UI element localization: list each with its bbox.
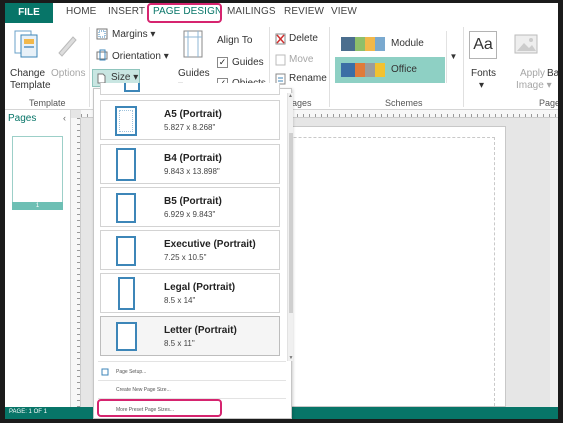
size-name: Letter (Portrait) xyxy=(164,325,237,336)
paper-size-icon xyxy=(116,148,136,181)
change-template-label-1[interactable]: Change xyxy=(10,68,45,79)
page-design-highlight xyxy=(147,3,222,23)
separator xyxy=(89,27,90,107)
page-thumbnail[interactable] xyxy=(12,136,63,210)
page-setup-icon xyxy=(101,368,109,376)
page-indicator[interactable]: PAGE: 1 OF 1 xyxy=(9,409,47,415)
tab-file[interactable]: FILE xyxy=(5,3,53,23)
dropdown-scroll-thumb[interactable] xyxy=(289,133,293,313)
ribbon-tab-bar: FILE HOME INSERT PAGE DESIGN MAILINGS RE… xyxy=(5,3,558,23)
dropdown-scrollbar[interactable]: ▲ ▼ xyxy=(287,93,293,361)
page-setup-link[interactable]: Page Setup... xyxy=(116,369,146,375)
separator xyxy=(329,27,330,107)
paper-size-icon xyxy=(118,277,135,310)
collapse-pane-icon[interactable]: ‹ xyxy=(63,113,66,123)
delete-button[interactable]: Delete xyxy=(289,33,318,44)
size-name: B4 (Portrait) xyxy=(164,153,222,164)
scroll-up-arrow[interactable]: ▲ xyxy=(288,93,293,99)
size-name: B5 (Portrait) xyxy=(164,196,222,207)
pages-pane-title: Pages xyxy=(8,113,37,124)
paper-size-icon xyxy=(124,83,140,92)
size-name: Legal (Portrait) xyxy=(164,282,236,293)
vertical-ruler xyxy=(71,118,81,407)
create-new-page-size-link[interactable]: Create New Page Size... xyxy=(116,387,171,393)
scheme-module-label: Module xyxy=(391,38,424,49)
margins-icon xyxy=(96,28,108,40)
paper-size-icon xyxy=(116,193,136,223)
tab-home[interactable]: HOME xyxy=(66,6,96,17)
scheme-office[interactable]: Office xyxy=(335,57,445,83)
size-text: Size xyxy=(111,72,131,83)
rename-button[interactable]: Rename xyxy=(289,73,327,84)
publisher-window: FILE HOME INSERT PAGE DESIGN MAILINGS RE… xyxy=(5,3,558,419)
pages-group-label: ages xyxy=(292,98,312,108)
more-preset-highlight xyxy=(97,399,222,417)
tab-mailings[interactable]: MAILINGS xyxy=(227,6,276,17)
guides-icon[interactable] xyxy=(182,29,204,59)
size-name: A5 (Portrait) xyxy=(164,109,222,120)
size-dimensions: 8.5 x 14" xyxy=(164,296,196,305)
scroll-down-arrow[interactable]: ▼ xyxy=(288,355,294,361)
vertical-scrollbar[interactable] xyxy=(550,118,558,407)
size-item-executive[interactable]: Executive (Portrait) 7.25 x 10.5" xyxy=(100,230,280,270)
apply-image-icon xyxy=(513,31,541,59)
background-label[interactable]: Ba xyxy=(547,68,558,79)
pages-pane: Pages ‹ 1 xyxy=(5,110,71,407)
change-template-label-2[interactable]: Template xyxy=(10,80,51,91)
scheme-office-label: Office xyxy=(391,64,417,75)
options-icon xyxy=(55,31,79,57)
size-item-a5[interactable]: A5 (Portrait) 5.827 x 8.268" xyxy=(100,100,280,140)
dropdown-separator xyxy=(98,380,286,381)
size-dropdown-menu: ▲ ▼ A5 (Portrait) 5.827 x 8.268" B4 (Por… xyxy=(93,83,293,419)
tab-insert[interactable]: INSERT xyxy=(108,6,145,17)
tab-review[interactable]: REVIEW xyxy=(284,6,324,17)
size-item-letter[interactable]: Letter (Portrait) 8.5 x 11" xyxy=(100,316,280,356)
size-dimensions: 9.843 x 13.898" xyxy=(164,167,220,176)
size-name: Executive (Portrait) xyxy=(164,239,256,250)
paper-size-icon xyxy=(116,236,136,266)
screen-frame: FILE HOME INSERT PAGE DESIGN MAILINGS RE… xyxy=(0,0,563,423)
move-icon xyxy=(275,54,286,66)
fonts-dropdown-arrow[interactable]: ▾ xyxy=(479,80,484,91)
size-dimensions: 5.827 x 8.268" xyxy=(164,123,216,132)
orientation-icon xyxy=(96,49,108,61)
change-template-icon[interactable] xyxy=(12,29,42,59)
scheme-module[interactable]: Module xyxy=(335,31,445,57)
schemes-group-label: Schemes xyxy=(385,98,423,108)
margins-button[interactable]: Margins ▾ xyxy=(112,29,155,40)
apply-image-label-2-text: Image xyxy=(516,80,544,91)
paper-inner-margin xyxy=(119,110,133,132)
size-item-b5[interactable]: B5 (Portrait) 6.929 x 9.843" xyxy=(100,187,280,227)
size-label: Size ▾ xyxy=(111,72,139,83)
page-thumbnail-number: 1 xyxy=(12,202,63,210)
apply-image-label-2: Image ▾ xyxy=(516,80,552,91)
size-item-partial[interactable] xyxy=(100,83,280,95)
guides-label[interactable]: Guides xyxy=(178,68,210,79)
orientation-label: Orientation xyxy=(112,51,161,62)
guides-checkbox[interactable]: ✓ xyxy=(217,57,228,68)
delete-icon xyxy=(275,33,286,45)
size-item-legal[interactable]: Legal (Portrait) 8.5 x 14" xyxy=(100,273,280,313)
size-dimensions: 7.25 x 10.5" xyxy=(164,253,207,262)
schemes-more-button[interactable]: ▼ xyxy=(446,31,460,83)
apply-image-label-1: Apply xyxy=(520,68,546,79)
margins-label: Margins xyxy=(112,29,148,40)
paper-size-icon xyxy=(115,106,137,136)
separator xyxy=(463,27,464,107)
paper-size-icon xyxy=(116,322,137,351)
tab-view[interactable]: VIEW xyxy=(331,6,357,17)
size-dimensions: 6.929 x 9.843" xyxy=(164,210,216,219)
move-button: Move xyxy=(289,54,314,65)
guides-checkbox-label: Guides xyxy=(232,57,264,68)
fonts-icon[interactable]: Aa xyxy=(469,31,497,59)
fonts-label[interactable]: Fonts xyxy=(471,68,496,79)
align-to-label: Align To xyxy=(217,35,253,46)
page-background-group-label: Page xyxy=(539,98,558,108)
size-dimensions: 8.5 x 11" xyxy=(164,339,195,348)
dropdown-separator xyxy=(98,361,286,362)
template-group-label: Template xyxy=(29,98,66,108)
orientation-button[interactable]: Orientation ▾ xyxy=(112,51,169,62)
options-label: Options xyxy=(51,68,86,79)
size-item-b4[interactable]: B4 (Portrait) 9.843 x 13.898" xyxy=(100,144,280,184)
